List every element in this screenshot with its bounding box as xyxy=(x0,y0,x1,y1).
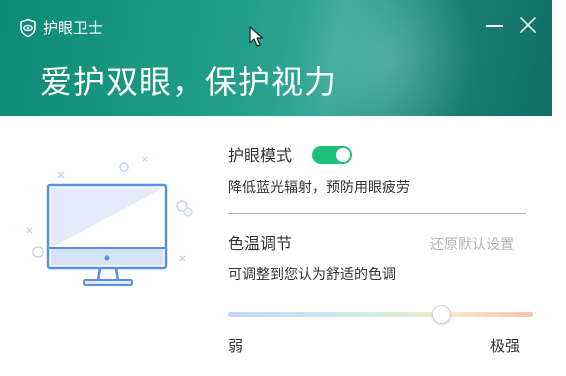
eye-mode-title: 护眼模式 xyxy=(228,146,293,165)
decor-dot xyxy=(119,162,129,172)
color-temp-slider-track[interactable] xyxy=(228,312,533,317)
toggle-knob xyxy=(336,148,350,162)
color-temp-slider-thumb[interactable] xyxy=(432,305,451,324)
window-edge xyxy=(552,0,566,376)
mouse-cursor-icon xyxy=(249,26,264,47)
color-temp-description: 可调整到您认为舒适的色调 xyxy=(228,267,396,283)
slogan-heading: 爱护双眼，保护视力 xyxy=(40,63,338,101)
slider-min-label: 弱 xyxy=(228,337,244,355)
color-temp-title: 色温调节 xyxy=(228,234,293,253)
close-button[interactable] xyxy=(517,14,539,36)
slider-max-label: 极强 xyxy=(490,337,521,355)
decor-cross xyxy=(142,156,148,162)
header-banner: 护眼卫士 爱护双眼，保护视力 xyxy=(0,0,552,116)
eye-care-window: 护眼卫士 爱护双眼，保护视力 护眼模式 降低蓝光辐射，预防用眼疲劳 色温调节 还… xyxy=(0,0,566,376)
minimize-button[interactable] xyxy=(484,14,506,36)
decor-dot xyxy=(183,207,193,217)
decor-cross xyxy=(57,171,65,179)
monitor-illustration xyxy=(26,156,193,286)
eye-mode-toggle[interactable] xyxy=(312,146,352,164)
monitor-base xyxy=(83,279,133,286)
eye-mode-description: 降低蓝光辐射，预防用眼疲劳 xyxy=(228,180,410,196)
app-title: 护眼卫士 xyxy=(43,19,104,37)
close-icon xyxy=(520,17,536,33)
decor-dot xyxy=(32,246,44,258)
reset-default-button[interactable]: 还原默认设置 xyxy=(430,235,514,255)
decor-cross xyxy=(26,227,33,234)
section-divider xyxy=(228,213,526,214)
decor-cross xyxy=(179,255,186,262)
eye-shield-icon xyxy=(20,18,36,38)
